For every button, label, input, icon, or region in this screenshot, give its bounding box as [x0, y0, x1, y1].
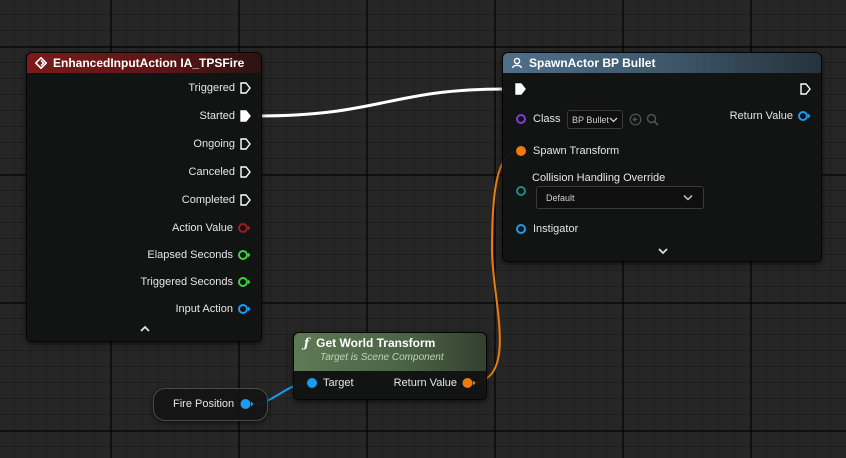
function-icon: ƒ — [304, 336, 310, 350]
float-pin-icon[interactable] — [238, 276, 251, 288]
pin-ongoing[interactable]: Ongoing — [193, 138, 251, 150]
exec-in-pin-icon[interactable] — [515, 83, 526, 95]
get-world-transform-node[interactable]: ƒ Get World Transform Target is Scene Co… — [293, 332, 487, 400]
pin-label: Target — [323, 377, 354, 389]
pin-label: Spawn Transform — [533, 145, 620, 157]
enhanced-input-action-node[interactable]: EnhancedInputAction IA_TPSFire Triggered… — [26, 52, 262, 342]
exec-pin-icon[interactable] — [240, 194, 251, 206]
use-selected-icon[interactable] — [629, 113, 642, 126]
class-select-value: BP Bullet — [572, 114, 609, 125]
float-pin-icon[interactable] — [238, 249, 251, 261]
object-pin-icon[interactable] — [515, 223, 527, 235]
pin-canceled[interactable]: Canceled — [189, 166, 251, 178]
pin-label: Action Value — [172, 222, 233, 234]
spawn-actor-node[interactable]: SpawnActor BP Bullet Class BP Bullet Ret… — [502, 52, 822, 262]
object-pin-icon[interactable] — [238, 303, 251, 315]
chevron-down-icon[interactable] — [657, 245, 669, 259]
exec-pin-icon[interactable] — [240, 110, 251, 122]
pin-return-value[interactable]: Return Value — [394, 377, 476, 389]
pin-label: Collision Handling Override — [532, 172, 666, 184]
node-header[interactable]: SpawnActor BP Bullet — [503, 53, 821, 73]
exec-wire — [257, 87, 506, 118]
node-subtitle: Target is Scene Component — [320, 352, 444, 363]
pin-label: Started — [199, 110, 235, 122]
pin-spawn-transform[interactable]: Spawn Transform — [515, 145, 619, 157]
exec-out-pin-icon[interactable] — [800, 83, 811, 95]
exec-pin-icon[interactable] — [240, 82, 251, 94]
transform-pin-icon[interactable] — [462, 377, 476, 389]
chevron-up-icon[interactable] — [139, 323, 151, 337]
pin-label: Return Value — [729, 110, 793, 122]
variable-label: Fire Position — [173, 398, 235, 410]
browse-search-icon[interactable] — [646, 113, 659, 126]
class-pin-icon[interactable] — [515, 113, 527, 125]
node-header[interactable]: ƒ Get World Transform Target is Scene Co… — [294, 333, 486, 371]
pin-class[interactable]: Class — [515, 113, 561, 125]
enhanced-input-icon — [35, 57, 47, 69]
pin-label: Input Action — [175, 303, 234, 315]
object-pin-icon[interactable] — [240, 398, 254, 410]
pin-label: Canceled — [188, 166, 235, 178]
struct-pin-icon[interactable] — [238, 222, 251, 234]
pin-label: Instigator — [533, 223, 579, 235]
pin-triggered[interactable]: Triggered — [188, 82, 251, 94]
spawn-actor-icon — [511, 57, 523, 69]
pin-started[interactable]: Started — [200, 110, 251, 122]
pin-label: Completed — [181, 194, 235, 206]
variable-pin[interactable]: Fire Position — [173, 398, 254, 410]
pin-return-value[interactable]: Return Value — [730, 110, 811, 122]
collision-label: Collision Handling Override — [532, 172, 665, 184]
exec-pin-icon[interactable] — [240, 138, 251, 150]
pin-label: Class — [533, 113, 561, 125]
chevron-down-icon — [683, 194, 693, 201]
pin-label: Return Value — [393, 377, 457, 389]
pin-completed[interactable]: Completed — [182, 194, 251, 206]
pin-target[interactable]: Target — [306, 377, 354, 389]
node-title: Get World Transform — [316, 336, 436, 350]
pin-action-value[interactable]: Action Value — [172, 222, 251, 234]
pin-triggered-seconds[interactable]: Triggered Seconds — [140, 276, 251, 288]
node-header[interactable]: EnhancedInputAction IA_TPSFire — [27, 53, 261, 73]
fire-position-variable-node[interactable]: Fire Position — [153, 388, 268, 421]
pin-label: Triggered Seconds — [140, 276, 233, 288]
chevron-down-icon — [609, 117, 618, 123]
object-pin-icon[interactable] — [798, 110, 811, 122]
pin-label: Ongoing — [193, 138, 235, 150]
pin-collision-handling[interactable] — [515, 185, 533, 197]
exec-pin-icon[interactable] — [240, 166, 251, 178]
object-pin-icon[interactable] — [306, 377, 318, 389]
node-title: SpawnActor BP Bullet — [529, 56, 656, 70]
struct-pin-icon[interactable] — [515, 185, 527, 197]
pin-label: Triggered — [188, 82, 235, 94]
pin-instigator[interactable]: Instigator — [515, 223, 578, 235]
class-select[interactable]: BP Bullet — [567, 110, 623, 129]
node-title: EnhancedInputAction IA_TPSFire — [53, 56, 245, 70]
collision-select-value: Default — [546, 192, 575, 203]
collision-handling-select[interactable]: Default — [536, 186, 704, 209]
pin-label: Elapsed Seconds — [147, 249, 233, 261]
transform-pin-icon[interactable] — [515, 145, 527, 157]
pin-elapsed-seconds[interactable]: Elapsed Seconds — [147, 249, 251, 261]
pin-input-action[interactable]: Input Action — [176, 303, 252, 315]
